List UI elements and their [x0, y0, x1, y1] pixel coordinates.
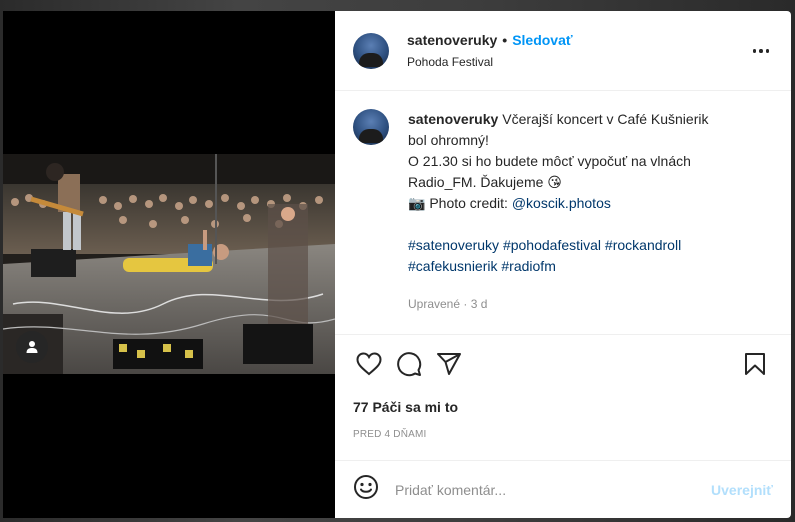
caption-line-2: O 21.30 si ho budete môcť vypočuť na vln…	[408, 153, 691, 190]
share-icon	[437, 353, 461, 375]
tagged-users-button[interactable]	[16, 331, 48, 363]
comment-icon	[397, 352, 422, 377]
comments-section: satenoveruky Včerajší koncert v Café Kušn…	[335, 91, 791, 335]
hashtag-link[interactable]: #radiofm	[501, 258, 555, 274]
camera-emoji-icon: 📷	[408, 195, 426, 211]
post-date[interactable]: PRED 4 DŇAMI	[335, 415, 791, 440]
bookmark-icon	[745, 353, 765, 375]
concert-photo[interactable]	[3, 154, 335, 374]
credit-text: Photo credit:	[429, 195, 508, 211]
author-username[interactable]: satenoveruky	[407, 33, 497, 47]
post-modal: satenoveruky • Sledovať Pohoda Festival …	[3, 11, 791, 518]
heart-icon	[356, 352, 382, 376]
hashtag-link[interactable]: #satenoveruky	[408, 237, 499, 253]
emoji-icon	[354, 475, 378, 499]
hashtag-link[interactable]: #pohodafestival	[503, 237, 601, 253]
follow-button[interactable]: Sledovať	[512, 33, 572, 47]
likes-count[interactable]: 77 Páči sa mi to	[335, 393, 791, 415]
like-button[interactable]	[349, 344, 389, 384]
person-icon	[26, 341, 38, 353]
edited-time: Upravené · 3 d	[408, 297, 488, 311]
save-button[interactable]	[735, 344, 775, 384]
hashtag-link[interactable]: #rockandroll	[605, 237, 681, 253]
add-comment-bar: Uverejniť	[335, 460, 791, 518]
post-header: satenoveruky • Sledovať Pohoda Festival	[335, 11, 791, 91]
avatar[interactable]	[353, 109, 389, 145]
comment-button[interactable]	[389, 344, 429, 384]
avatar[interactable]	[353, 32, 389, 69]
emoji-button[interactable]	[353, 474, 379, 505]
share-button[interactable]	[429, 344, 469, 384]
post-details-panel: satenoveruky • Sledovať Pohoda Festival …	[335, 11, 791, 518]
action-bar	[335, 335, 791, 393]
hashtag-link[interactable]: #cafekusnierik	[408, 258, 498, 274]
caption-username[interactable]: satenoveruky	[408, 111, 498, 127]
post-media	[3, 11, 335, 518]
caption: satenoveruky Včerajší koncert v Café Kušn…	[408, 109, 728, 334]
credit-handle-link[interactable]: @koscik.photos	[512, 195, 611, 211]
location-link[interactable]: Pohoda Festival	[407, 56, 573, 68]
post-comment-button[interactable]: Uverejniť	[711, 482, 773, 498]
separator-dot: •	[502, 32, 508, 48]
hashtags: #satenoveruky #pohodafestival #rockandro…	[408, 235, 728, 277]
comment-input[interactable]	[395, 481, 712, 498]
more-options-icon[interactable]	[751, 41, 771, 61]
